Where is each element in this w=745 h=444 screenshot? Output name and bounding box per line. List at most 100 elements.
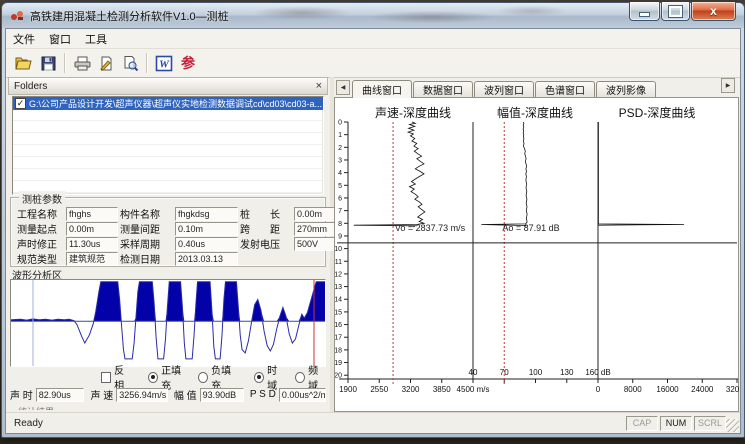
- fill-positive-radio[interactable]: [148, 372, 158, 383]
- client-area: 文件 窗口 工具 W: [5, 28, 741, 434]
- save-button[interactable]: [36, 51, 60, 75]
- group-title: 测桩参数: [19, 191, 65, 206]
- param-value[interactable]: 0.40us: [175, 237, 238, 251]
- fill-negative-radio[interactable]: [198, 372, 208, 383]
- svg-text:8: 8: [338, 221, 342, 228]
- charts-area[interactable]: 声速-深度曲线 幅值-深度曲线 PSD-深度曲线 190025503200385…: [334, 97, 739, 412]
- svg-text:7: 7: [338, 208, 342, 215]
- svg-text:32000: 32000: [726, 385, 739, 394]
- titlebar[interactable]: 高铁建用混凝土检测分析软件V1.0—测桩 x: [2, 3, 744, 28]
- curve-panel: ◀ 曲线窗口 数据窗口 波列窗口 色谱窗口 波列影像 ▶ 声速-深度曲线 幅值-…: [334, 77, 740, 413]
- amplitude-field[interactable]: 93.90dB: [200, 388, 244, 402]
- tab-wavetrain-window[interactable]: 波列窗口: [474, 81, 534, 97]
- open-file-button[interactable]: [12, 51, 36, 75]
- statusbar: Ready CAP NUM SCRL: [6, 412, 740, 433]
- svg-text:4: 4: [338, 170, 342, 177]
- list-item[interactable]: ✓ G:\公司产品设计开发\超声仪器\超声仪实地检测数据调试cd\cd03\cd…: [13, 97, 323, 110]
- svg-text:13: 13: [335, 284, 342, 291]
- param-value[interactable]: 建筑规范: [66, 252, 118, 266]
- main-area: Folders × ✓ G:\公司产品设计开发\超声仪器\超声仪实地检测数据调试…: [6, 77, 740, 413]
- svg-text:2550: 2550: [370, 385, 388, 394]
- file-path: G:\公司产品设计开发\超声仪器\超声仪实地检测数据调试cd\cd03\cd03…: [29, 97, 322, 110]
- tab-wavetrain-image[interactable]: 波列影像: [596, 81, 656, 97]
- svg-text:16000: 16000: [656, 385, 679, 394]
- scrl-indicator: SCRL: [694, 416, 726, 431]
- param-value[interactable]: 0.00m: [66, 222, 118, 236]
- print-button[interactable]: [70, 51, 94, 75]
- status-text: Ready: [14, 418, 43, 429]
- svg-text:15: 15: [335, 309, 342, 316]
- svg-text:8000: 8000: [624, 385, 642, 394]
- close-button[interactable]: x: [691, 2, 736, 21]
- time-domain-radio[interactable]: [254, 372, 264, 383]
- file-list[interactable]: ✓ G:\公司产品设计开发\超声仪器\超声仪实地检测数据调试cd\cd03\cd…: [12, 96, 324, 195]
- panel-close-icon[interactable]: ×: [316, 81, 322, 91]
- svg-text:12: 12: [335, 271, 342, 278]
- readout-row: 声 时 82.90us 声 速 3256.94m/s 幅 值 93.90dB P…: [10, 387, 328, 402]
- params-grid: 工程名称 fhghs 构件名称 fhgkdsg 桩 长 0.00m 测量起点 0…: [17, 206, 323, 266]
- svg-text:130: 130: [560, 368, 574, 377]
- svg-text:17: 17: [335, 335, 342, 342]
- param-value[interactable]: fhgkdsg: [175, 207, 238, 221]
- resize-grip-icon[interactable]: [726, 419, 739, 432]
- param-label: 检测日期: [120, 251, 173, 266]
- sound-time-field[interactable]: 82.90us: [36, 388, 85, 402]
- minimize-icon: [640, 13, 649, 16]
- app-icon: [10, 8, 25, 23]
- parameters-icon: 参: [181, 53, 195, 73]
- depth-curves-plot[interactable]: 19002550320038504500 m/s4070100130160 dB…: [335, 98, 739, 414]
- sound-speed-field[interactable]: 3256.94m/s: [116, 388, 168, 402]
- toolbar-separator: [64, 53, 66, 73]
- tab-scroll-left-icon[interactable]: ◀: [336, 80, 350, 95]
- tab-curve-window[interactable]: 曲线窗口: [352, 80, 412, 98]
- folders-panel-title: Folders: [14, 81, 47, 92]
- folders-panel-header[interactable]: Folders ×: [8, 77, 328, 95]
- waveform-plot[interactable]: [11, 280, 325, 366]
- svg-text:10: 10: [335, 246, 342, 253]
- clipped-text: 统计结果: [18, 405, 54, 410]
- svg-text:3200: 3200: [402, 385, 420, 394]
- svg-text:0: 0: [596, 385, 601, 394]
- svg-text:11: 11: [335, 259, 342, 266]
- svg-text:1: 1: [338, 132, 342, 139]
- menu-file[interactable]: 文件: [6, 31, 42, 47]
- svg-text:W: W: [159, 58, 170, 70]
- minimize-button[interactable]: [629, 2, 660, 21]
- pile-params-group: 测桩参数 工程名称 fhghs 构件名称 fhgkdsg 桩 长 0.00m 测…: [10, 197, 326, 267]
- tab-scroll-right-icon[interactable]: ▶: [721, 78, 735, 93]
- sound-speed-label: 声 速: [90, 387, 113, 402]
- window-title: 高铁建用混凝土检测分析软件V1.0—测桩: [30, 8, 229, 24]
- maximize-button[interactable]: [661, 2, 690, 21]
- param-value[interactable]: 0.10m: [175, 222, 238, 236]
- param-value[interactable]: 11.30us: [66, 237, 118, 251]
- caption-buttons: x: [628, 2, 736, 21]
- menu-tools[interactable]: 工具: [78, 31, 114, 47]
- page-pencil-icon: [98, 55, 115, 72]
- waveform-display[interactable]: [10, 279, 326, 367]
- svg-text:100: 100: [529, 368, 543, 377]
- menu-window[interactable]: 窗口: [42, 31, 78, 47]
- parameters-button[interactable]: 参: [176, 51, 200, 75]
- velocity-annotation: Vo = 2837.73 m/s: [395, 223, 465, 233]
- tab-data-window[interactable]: 数据窗口: [413, 81, 473, 97]
- status-panes: CAP NUM SCRL: [624, 416, 726, 431]
- export-wave-button[interactable]: [94, 51, 118, 75]
- param-label: 构件名称: [120, 206, 173, 221]
- svg-text:19: 19: [335, 360, 342, 367]
- tab-spectrum-window[interactable]: 色谱窗口: [535, 81, 595, 97]
- print-preview-icon: [122, 55, 139, 72]
- svg-text:24000: 24000: [691, 385, 714, 394]
- param-value[interactable]: fhghs: [66, 207, 118, 221]
- checkbox-icon[interactable]: ✓: [15, 98, 26, 109]
- word-export-button[interactable]: W: [152, 51, 176, 75]
- svg-text:5: 5: [338, 183, 342, 190]
- psd-field[interactable]: 0.00us^2/m: [279, 388, 326, 402]
- svg-text:18: 18: [335, 347, 342, 354]
- svg-text:4500 m/s: 4500 m/s: [457, 385, 490, 394]
- invert-checkbox[interactable]: [101, 372, 111, 383]
- param-value[interactable]: 2013.03.13: [175, 252, 238, 266]
- print-preview-button[interactable]: [118, 51, 142, 75]
- maximize-icon: [669, 6, 682, 17]
- freq-domain-radio[interactable]: [295, 372, 305, 383]
- folders-panel: Folders × ✓ G:\公司产品设计开发\超声仪器\超声仪实地检测数据调试…: [6, 77, 330, 413]
